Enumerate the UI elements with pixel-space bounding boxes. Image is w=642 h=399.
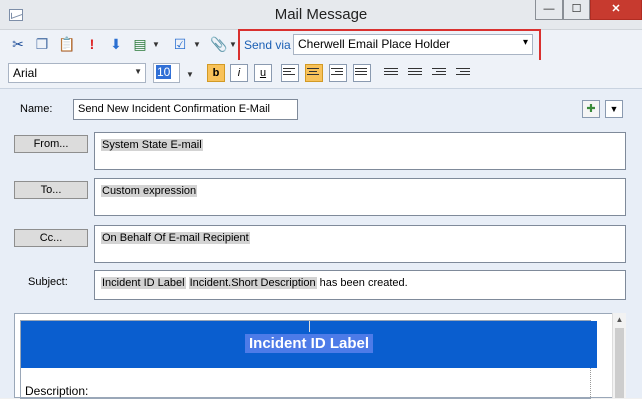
numbered-list-icon[interactable]: [384, 66, 398, 80]
from-button[interactable]: From...: [14, 135, 88, 153]
justify-icon: [355, 66, 369, 80]
to-button[interactable]: To...: [14, 181, 88, 199]
title-bar: Mail Message — ☐ ✕: [0, 0, 642, 30]
cut-icon[interactable]: ✂: [10, 36, 26, 52]
from-field[interactable]: System State E-mail: [94, 132, 626, 170]
body-editor[interactable]: Incident ID Label Description:: [14, 313, 626, 399]
chevron-down-icon: ▼: [134, 67, 142, 76]
checklist-icon[interactable]: ☑: [172, 36, 188, 52]
maximize-button[interactable]: ☐: [563, 0, 590, 20]
scroll-thumb[interactable]: [615, 328, 624, 398]
body-header: Incident ID Label: [21, 321, 597, 368]
chevron-down-icon[interactable]: ▼: [152, 40, 160, 49]
body-scrollbar[interactable]: ▲: [612, 313, 626, 398]
subject-field[interactable]: Incident ID Label Incident.Short Descrip…: [94, 270, 626, 300]
body-content: Incident ID Label Description:: [20, 320, 597, 399]
underline-button[interactable]: u: [254, 64, 272, 82]
cc-field[interactable]: On Behalf Of E-mail Recipient: [94, 225, 626, 263]
form-icon[interactable]: ▤: [132, 36, 148, 52]
subject-token-description: Incident.Short Description: [188, 277, 317, 289]
align-center-icon: [307, 66, 321, 80]
bold-button[interactable]: b: [207, 64, 225, 82]
description-label: Description:: [25, 384, 89, 398]
align-right-icon: [331, 66, 345, 80]
chevron-down-icon[interactable]: ▼: [229, 40, 237, 49]
chevron-down-icon: ▾: [522, 37, 528, 48]
cc-button[interactable]: Cc...: [14, 229, 88, 247]
subject-token-id: Incident ID Label: [101, 277, 186, 289]
chevron-down-icon[interactable]: ▼: [193, 40, 201, 49]
align-center-button[interactable]: [305, 64, 323, 82]
body-header-text: Incident ID Label: [244, 334, 373, 353]
font-family-value: Arial: [13, 66, 38, 80]
italic-button[interactable]: i: [230, 64, 248, 82]
expression-builder-icon[interactable]: ✚: [582, 100, 600, 118]
align-left-icon: [283, 66, 297, 80]
indent-icon[interactable]: [456, 66, 470, 80]
header-divider: [309, 321, 310, 332]
paste-icon[interactable]: 📋: [58, 36, 75, 52]
bullet-list-icon[interactable]: [408, 66, 422, 80]
outdent-icon[interactable]: [432, 66, 446, 80]
font-family-select[interactable]: Arial ▼: [8, 63, 146, 83]
chevron-down-icon[interactable]: ▼: [605, 100, 623, 118]
subject-label: Subject:: [28, 276, 68, 288]
subject-text: has been created.: [316, 277, 408, 289]
scroll-up-icon[interactable]: ▲: [613, 315, 626, 324]
chevron-down-icon[interactable]: ▼: [186, 70, 194, 79]
priority-icon[interactable]: !: [84, 36, 100, 52]
to-field[interactable]: Custom expression: [94, 178, 626, 216]
copy-icon[interactable]: ❐: [34, 36, 50, 52]
minimize-button[interactable]: —: [535, 0, 563, 20]
name-label: Name:: [20, 103, 53, 115]
align-left-button[interactable]: [281, 64, 299, 82]
font-size-value: 10: [156, 65, 172, 79]
cc-token: On Behalf Of E-mail Recipient: [101, 232, 250, 244]
send-via-label: Send via: [244, 38, 291, 52]
close-button[interactable]: ✕: [590, 0, 642, 20]
justify-button[interactable]: [353, 64, 371, 82]
font-size-select[interactable]: 10: [153, 63, 180, 83]
to-token: Custom expression: [101, 185, 198, 197]
send-via-select[interactable]: Cherwell Email Place Holder ▾: [293, 34, 533, 55]
low-priority-icon[interactable]: ⬇: [108, 36, 124, 52]
align-right-button[interactable]: [329, 64, 347, 82]
name-input[interactable]: Send New Incident Confirmation E-Mail: [73, 99, 298, 120]
send-via-value: Cherwell Email Place Holder: [298, 37, 451, 51]
from-token: System State E-mail: [101, 139, 203, 151]
attachment-icon[interactable]: 📎: [210, 36, 227, 52]
